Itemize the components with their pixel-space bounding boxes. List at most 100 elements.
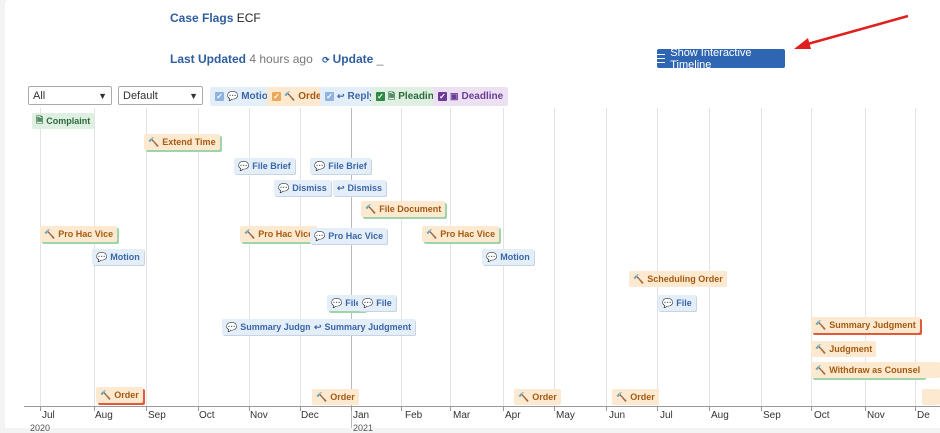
event-label: Order: [114, 390, 139, 400]
event-file-brief[interactable]: 💬 File Brief: [310, 158, 371, 174]
title-value: ECF: [236, 11, 261, 25]
gridline: [761, 108, 762, 406]
axis-tick: [503, 406, 504, 411]
event-judgment[interactable]: 🔨 Judgment: [811, 341, 877, 357]
gavel-icon: 🔨: [316, 391, 328, 402]
filter-chip-deadline[interactable]: ✓ ▣ Deadline: [433, 87, 509, 106]
event-order[interactable]: 🔨 Order: [96, 387, 143, 403]
gavel-icon: 🔨: [244, 228, 256, 239]
checkbox-icon: ✓: [272, 92, 281, 101]
event-order[interactable]: 🔨 Order: [514, 389, 561, 405]
event-pro-hac-vice[interactable]: 🔨 Pro Hac Vice: [240, 226, 318, 242]
event-summary-judgment-order[interactable]: 🔨 Summary Judgment: [811, 317, 920, 333]
gridline: [450, 108, 451, 406]
month-label: May: [556, 410, 575, 421]
event-complaint[interactable]: 🗎 Complaint: [32, 113, 95, 129]
axis-tick: [401, 406, 402, 411]
list-icon: [657, 54, 666, 63]
gridline: [401, 108, 402, 406]
select-all-value: All: [33, 89, 46, 102]
event-scheduling-order[interactable]: 🔨 Scheduling Order: [629, 271, 727, 287]
event-extend-time[interactable]: 🔨 Extend Time: [144, 134, 220, 150]
checkbox-icon: ✓: [438, 92, 447, 101]
event-withdraw-as-counsel[interactable]: 🔨 Withdraw as Counsel: [811, 362, 925, 378]
event-motion[interactable]: 💬 Motion: [92, 249, 144, 265]
event-order[interactable]: 🔨 Order: [312, 389, 359, 405]
event-file-document[interactable]: 🔨 File Document: [361, 201, 446, 217]
gridline: [606, 108, 607, 406]
month-label: De: [917, 410, 930, 421]
event-label: Dismiss: [292, 183, 327, 193]
event-label: File Document: [379, 204, 442, 214]
gavel-icon: 🔨: [426, 228, 438, 239]
update-button[interactable]: ⟳ Update: [322, 52, 373, 66]
filter-select-default[interactable]: Default ▼: [118, 86, 203, 105]
comment-icon: 💬: [362, 297, 374, 308]
gridline: [657, 108, 658, 406]
select-default-value: Default: [123, 89, 158, 102]
event-pro-hac-vice[interactable]: 💬 Pro Hac Vice: [310, 228, 388, 244]
month-label: Nov: [867, 410, 885, 421]
gridline: [198, 108, 199, 406]
month-label: Dec: [301, 410, 319, 421]
gavel-icon: 🔨: [633, 273, 645, 284]
comment-icon: 💬: [96, 251, 108, 262]
axis-tick: [709, 406, 710, 411]
month-label: Jun: [609, 410, 626, 421]
event-order[interactable]: 🔨 Order: [612, 389, 659, 405]
event-label: Order: [532, 392, 557, 402]
checkbox-icon: ✓: [325, 92, 334, 101]
event-pro-hac-vice[interactable]: 🔨 Pro Hac Vice: [40, 226, 118, 242]
gavel-icon: 🔨: [518, 391, 530, 402]
reply-icon: ↩: [337, 91, 345, 101]
event-label: File: [376, 298, 392, 308]
month-label: Jul: [660, 410, 673, 421]
last-updated: Last Updated 4 hours ago ⟳ Update _: [170, 52, 383, 66]
event-file[interactable]: 💬 File: [658, 295, 696, 311]
comment-icon: 💬: [226, 321, 238, 332]
event-summary-judgment-reply[interactable]: ↩ Summary Judgment: [310, 319, 416, 335]
update-label: Update: [332, 52, 374, 66]
page-title: Case Flags ECF: [170, 11, 261, 25]
axis-tick: [865, 406, 866, 411]
month-label: Aug: [95, 410, 113, 421]
checkbox-icon: ✓: [376, 92, 385, 101]
event-label: Scheduling Order: [647, 274, 723, 284]
reply-icon: ↩: [337, 182, 345, 193]
filter-select-all[interactable]: All ▼: [28, 86, 112, 105]
comment-icon: 💬: [486, 251, 498, 262]
event-pro-hac-vice[interactable]: 🔨 Pro Hac Vice: [422, 226, 500, 242]
axis-tick: [657, 406, 658, 411]
event-label: Pro Hac Vice: [258, 229, 314, 239]
comment-icon: 💬: [314, 230, 326, 241]
event-motion[interactable]: 💬 Motion: [482, 249, 534, 265]
month-label: Feb: [405, 410, 423, 421]
event-label: Withdraw as Counsel: [829, 365, 921, 375]
refresh-icon: ⟳: [322, 55, 330, 65]
event-file-brief[interactable]: 💬 File Brief: [234, 158, 295, 174]
event-clipped[interactable]: [922, 389, 940, 405]
gavel-icon: 🔨: [365, 203, 377, 214]
chevron-down-icon: ▼: [98, 90, 107, 101]
comment-icon: 💬: [238, 160, 250, 171]
event-label: File Brief: [252, 161, 291, 171]
event-label: Summary Judgment: [829, 320, 916, 330]
updated-label: Last Updated: [170, 52, 247, 66]
gavel-icon: 🔨: [284, 91, 296, 101]
event-file[interactable]: 💬 File: [358, 295, 396, 311]
event-dismiss[interactable]: 💬 Dismiss: [274, 180, 331, 196]
event-label: Judgment: [829, 344, 873, 354]
show-interactive-timeline-button[interactable]: Show Interactive Timeline: [657, 47, 785, 71]
axis-tick: [351, 406, 352, 411]
red-arrow-annotation: [794, 14, 909, 49]
event-label: Complaint: [46, 116, 91, 126]
event-label: Motion: [500, 252, 530, 262]
axis-tick: [40, 406, 41, 411]
axis-tick: [915, 406, 916, 411]
event-label: Motion: [110, 252, 140, 262]
event-clipped[interactable]: [922, 362, 940, 378]
event-dismiss-reply[interactable]: ↩ Dismiss: [333, 180, 387, 196]
gavel-icon: 🔨: [100, 389, 112, 400]
document-icon: 🗎: [36, 115, 44, 125]
gavel-icon: 🔨: [616, 391, 628, 402]
